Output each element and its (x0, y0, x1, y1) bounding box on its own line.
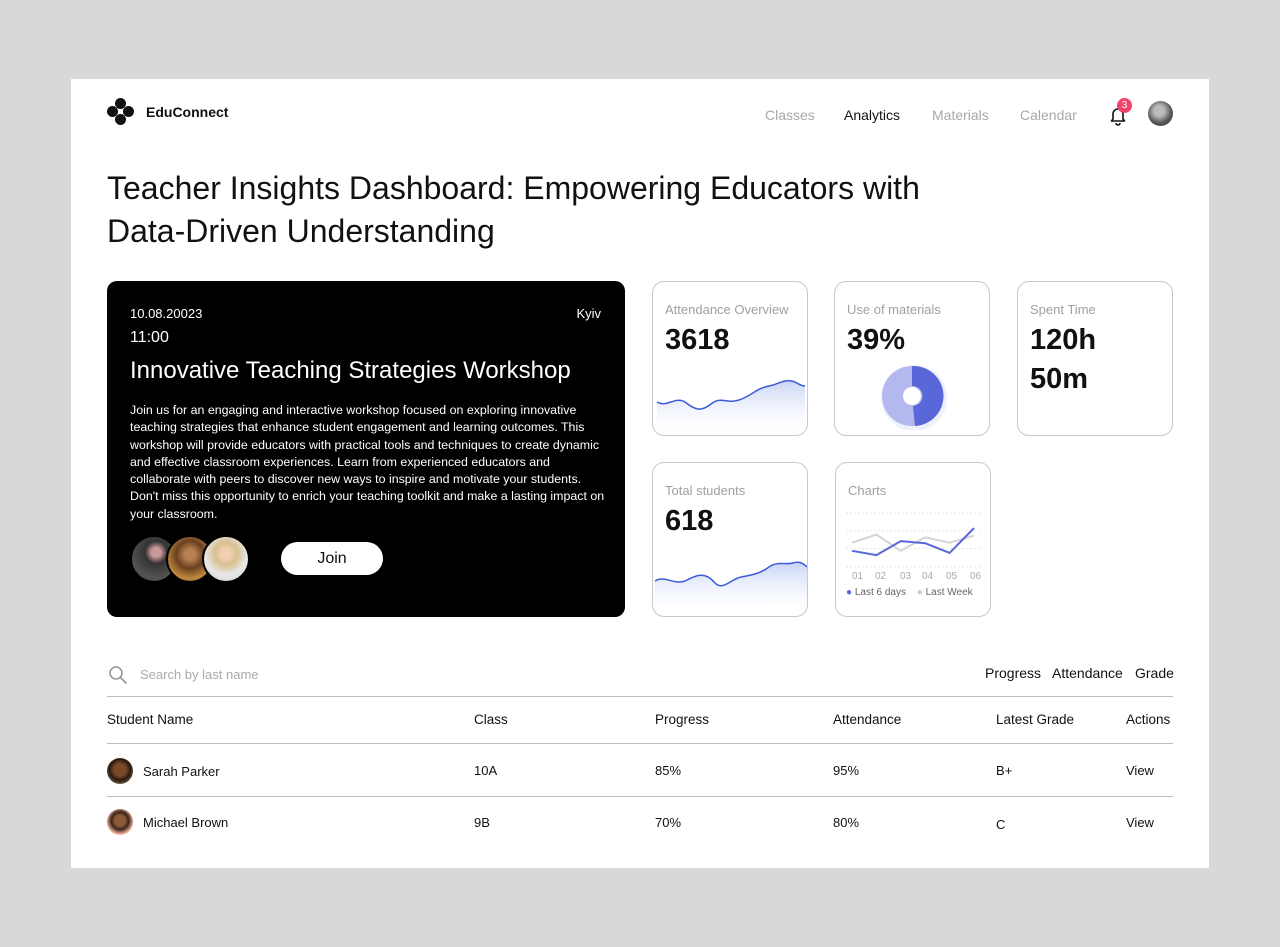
stat-value: 618 (665, 505, 714, 537)
event-date: 10.08.20023 (130, 306, 203, 321)
legend-dot-last-6-days: ● (846, 587, 853, 598)
brand-name: EduConnect (146, 104, 229, 120)
x-tick-label: 04 (922, 571, 934, 582)
nav-calendar[interactable]: Calendar (1020, 107, 1077, 123)
legend-last-6-days: Last 6 days (854, 587, 906, 598)
search-input[interactable] (140, 663, 440, 685)
student-attendance: 95% (833, 763, 860, 778)
nav-analytics[interactable]: Analytics (844, 107, 900, 123)
divider (107, 696, 1173, 697)
stat-label: Charts (848, 483, 887, 498)
legend-dot-last-week: ● (916, 587, 923, 598)
divider (107, 743, 1173, 744)
filter-attendance[interactable]: Attendance (1052, 665, 1123, 681)
charts-card[interactable]: Charts 01 02 03 04 05 06 ● Last 6 days ●… (835, 462, 991, 617)
page-title: Teacher Insights Dashboard: Empowering E… (107, 170, 920, 249)
divider (107, 796, 1173, 797)
student-name: Sarah Parker (143, 764, 220, 779)
column-header-latest-grade[interactable]: Latest Grade (996, 712, 1074, 727)
column-header-class[interactable]: Class (474, 712, 508, 727)
student-avatar (107, 809, 133, 835)
x-tick-label: 05 (946, 571, 958, 582)
attendance-sparkline (656, 379, 806, 435)
student-class: 10A (474, 763, 498, 778)
chart-legend: ● Last 6 days ● Last Week (846, 587, 973, 598)
notification-badge: 3 (1117, 98, 1132, 113)
legend-last-week: Last Week (925, 587, 973, 598)
stat-value: 3618 (665, 324, 730, 356)
student-name: Michael Brown (143, 815, 229, 830)
column-header-student-name[interactable]: Student Name (107, 712, 193, 727)
view-link[interactable]: View (1126, 763, 1154, 778)
student-attendance: 80% (833, 815, 860, 830)
search-icon (109, 666, 127, 684)
logo-icon[interactable] (107, 98, 135, 126)
student-avatar (107, 758, 133, 784)
column-header-actions[interactable]: Actions (1126, 712, 1170, 727)
stat-label: Use of materials (847, 302, 941, 317)
student-progress: 85% (655, 763, 682, 778)
materials-donut-chart (881, 365, 947, 430)
student-grade: C (996, 817, 1006, 832)
dashboard-page: EduConnect Classes Analytics Materials C… (71, 79, 1209, 868)
total-students-card[interactable]: Total students 618 (652, 462, 808, 617)
event-title: Innovative Teaching Strategies Workshop (130, 357, 571, 384)
stat-label: Spent Time (1030, 302, 1096, 317)
event-time: 11:00 (130, 329, 169, 346)
stat-label: Attendance Overview (665, 302, 789, 317)
filter-progress[interactable]: Progress (985, 665, 1041, 681)
nav-classes[interactable]: Classes (765, 107, 815, 123)
filter-grade[interactable]: Grade (1135, 665, 1174, 681)
x-tick-label: 02 (875, 571, 887, 582)
view-link[interactable]: View (1126, 815, 1154, 830)
column-header-progress[interactable]: Progress (655, 712, 709, 727)
event-card: 10.08.20023 11:00 Kyiv Innovative Teachi… (107, 281, 625, 617)
column-header-attendance[interactable]: Attendance (833, 712, 901, 727)
join-button[interactable]: Join (281, 542, 383, 575)
user-avatar[interactable] (1148, 101, 1173, 126)
x-tick-label: 01 (852, 571, 864, 582)
attendee-avatar (202, 535, 250, 583)
nav-materials[interactable]: Materials (932, 107, 989, 123)
student-progress: 70% (655, 815, 682, 830)
student-class: 9B (474, 815, 490, 830)
x-axis-labels: 01 02 03 04 05 06 (852, 571, 986, 583)
stat-value: 39% (847, 324, 906, 356)
event-description: Join us for an engaging and interactive … (130, 403, 605, 521)
student-grade: B+ (996, 763, 1013, 778)
stat-value-hours: 120h (1030, 324, 1097, 356)
stat-label: Total students (665, 483, 746, 498)
use-of-materials-card[interactable]: Use of materials 39% (834, 281, 990, 436)
students-sparkline (654, 561, 807, 616)
x-tick-label: 03 (900, 571, 912, 582)
stat-value-minutes: 50m (1030, 363, 1089, 395)
attendee-avatars (130, 535, 255, 583)
x-tick-label: 06 (970, 571, 982, 582)
spent-time-card[interactable]: Spent Time 120h 50m (1017, 281, 1173, 436)
event-city: Kyiv (576, 306, 601, 321)
attendance-overview-card[interactable]: Attendance Overview 3618 (652, 281, 808, 436)
